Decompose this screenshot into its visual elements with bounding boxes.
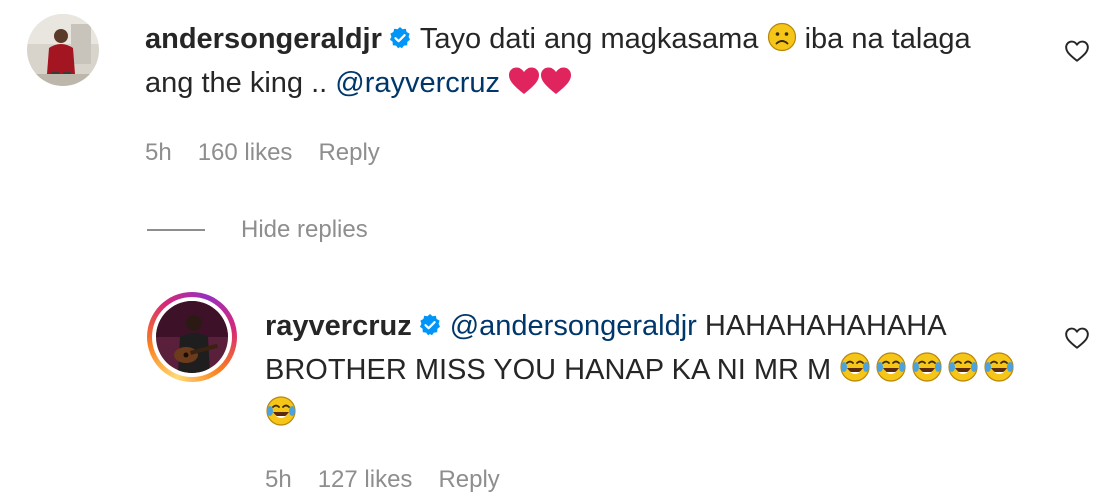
story-ring[interactable] — [147, 292, 237, 382]
mention-link[interactable]: @rayvercruz — [335, 67, 500, 99]
user-avatar-red-shirt-icon — [27, 14, 99, 86]
mention-link[interactable]: @andersongeraldjr — [450, 310, 697, 342]
replies-divider — [147, 229, 205, 231]
tears-of-joy-emoji-icon — [840, 352, 870, 382]
tears-of-joy-emoji-icon — [912, 352, 942, 382]
reply-timestamp[interactable]: 5h — [265, 466, 292, 494]
frowning-face-emoji-icon — [767, 22, 796, 52]
tears-of-joy-emoji-icon — [948, 352, 978, 382]
hide-replies-label: Hide replies — [241, 216, 368, 243]
heart-like-icon[interactable] — [1064, 38, 1090, 64]
like-count[interactable]: 127 likes — [318, 466, 413, 494]
red-heart-emoji-icon — [509, 67, 540, 94]
reply-button[interactable]: Reply — [318, 139, 379, 167]
reply-meta: 5h 127 likes Reply — [265, 466, 500, 494]
reply-body: rayvercruz @andersongeraldjr HAHAHAHAHAH… — [265, 304, 1035, 436]
comment-meta: 5h 160 likes Reply — [145, 139, 380, 167]
comment-text-part: Tayo dati ang magkasama — [419, 23, 759, 55]
tears-of-joy-emoji-icon — [984, 352, 1014, 382]
like-count[interactable]: 160 likes — [198, 139, 293, 167]
avatar[interactable] — [27, 14, 99, 86]
comment-timestamp[interactable]: 5h — [145, 139, 172, 167]
tears-of-joy-emoji-icon — [266, 396, 296, 426]
comment-username[interactable]: andersongeraldjr — [145, 23, 382, 55]
heart-like-icon[interactable] — [1064, 325, 1090, 351]
tears-of-joy-emoji-icon — [876, 352, 906, 382]
verified-badge-icon — [389, 27, 410, 49]
reply-button[interactable]: Reply — [438, 466, 499, 494]
hide-replies-button[interactable]: Hide replies — [147, 216, 368, 244]
verified-badge-icon — [419, 314, 440, 336]
avatar[interactable] — [156, 301, 228, 373]
user-avatar-guitar-icon — [156, 301, 228, 373]
red-heart-emoji-icon — [541, 67, 572, 94]
comment-body: andersongeraldjr Tayo dati ang magkasama… — [145, 17, 995, 105]
reply-username[interactable]: rayvercruz — [265, 310, 412, 342]
